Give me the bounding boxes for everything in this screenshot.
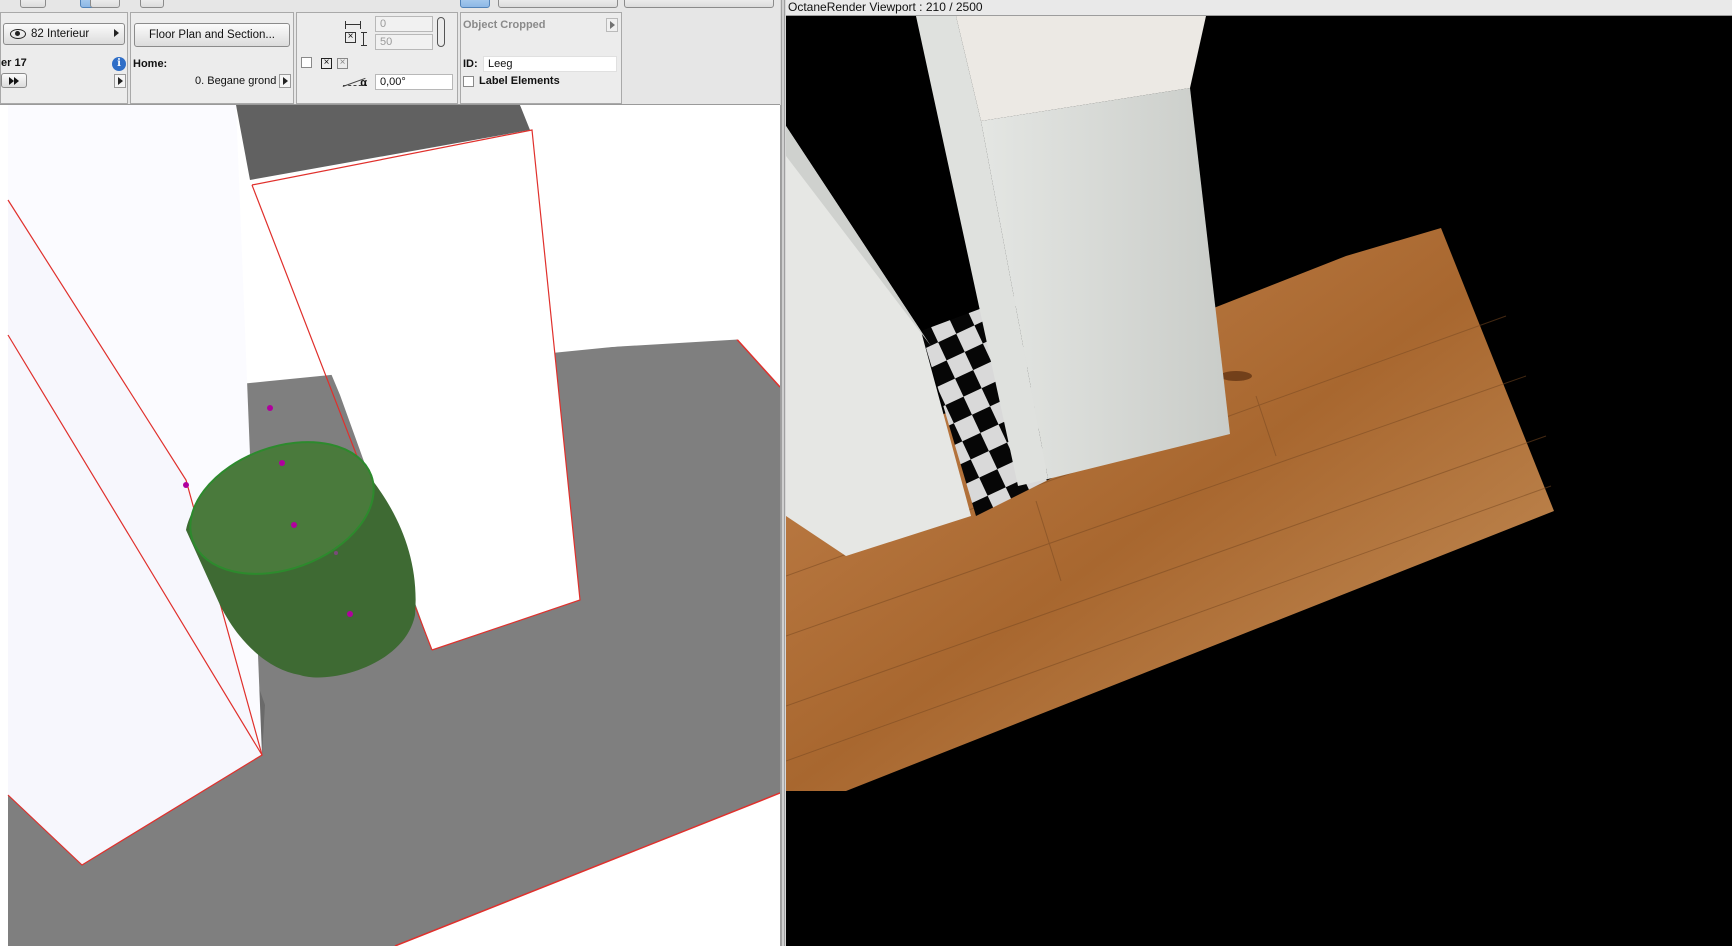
floor-plan-panel: Floor Plan and Section... Home: 0. Began…: [130, 12, 294, 104]
width-arrow-icon: [345, 21, 361, 29]
home-story-arrow[interactable]: [279, 74, 291, 88]
label-elements-checkbox[interactable]: [463, 76, 474, 87]
chevron-right-icon: [114, 29, 119, 37]
home-story-value: 0. Begane grond: [195, 75, 277, 87]
handle-point[interactable]: [279, 460, 285, 466]
eye-icon: [10, 29, 26, 39]
object-status-arrow[interactable]: [606, 18, 618, 32]
layer-next-arrow[interactable]: [114, 74, 126, 88]
label-elements-label: Label Elements: [479, 75, 560, 87]
layer-view-button[interactable]: 82 Interieur: [3, 23, 125, 45]
top-tool-button-1[interactable]: [20, 0, 46, 8]
octane-viewport-title: OctaneRender Viewport : 210 / 2500: [786, 0, 1732, 16]
octane-render-viewport[interactable]: [786, 16, 1732, 946]
handle-point[interactable]: [183, 482, 189, 488]
angle-icon: α: [342, 75, 367, 89]
render-image: [786, 16, 1554, 791]
box-cross-icon: ×: [345, 32, 356, 43]
top-tool-button-6[interactable]: [498, 0, 618, 8]
layer-label: er 17: [1, 57, 27, 69]
width-field[interactable]: 0: [375, 16, 433, 32]
info-box-toolbar: 82 Interieur er 17 i Floor Plan and Sect…: [0, 0, 780, 105]
wood-knot: [1220, 371, 1252, 381]
toolbar-top-strip: [0, 0, 780, 10]
top-tool-button-5[interactable]: [460, 0, 490, 8]
right-wall-side: [520, 105, 780, 350]
handle-point[interactable]: [267, 405, 273, 411]
geometry-panel: × 0 50 × × α 0,00°: [296, 12, 458, 104]
play-forward-button[interactable]: [1, 73, 27, 88]
mirror-checkbox[interactable]: [301, 57, 312, 68]
box-x-icon[interactable]: ×: [321, 58, 332, 69]
layer-view-label: 82 Interieur: [31, 28, 90, 40]
handle-point[interactable]: [347, 611, 353, 617]
info-icon[interactable]: i: [112, 57, 126, 71]
id-field[interactable]: Leeg: [483, 56, 617, 72]
top-tool-button-7[interactable]: [624, 0, 774, 8]
box-x-light-icon[interactable]: ×: [337, 58, 348, 69]
id-panel: Object Cropped ID: Leeg Label Elements: [460, 12, 622, 104]
handle-point[interactable]: [291, 522, 297, 528]
angle-field[interactable]: 0,00°: [375, 74, 453, 90]
handle-point[interactable]: [334, 551, 338, 555]
window-divider[interactable]: [781, 0, 785, 946]
top-tool-button-3[interactable]: [90, 0, 120, 8]
home-label: Home:: [133, 58, 168, 70]
chain-link-icon[interactable]: [437, 17, 445, 47]
top-tool-button-4[interactable]: [140, 0, 164, 8]
object-status-label: Object Cropped: [463, 19, 546, 31]
height-field[interactable]: 50: [375, 34, 433, 50]
height-arrow-icon: [361, 32, 367, 46]
archicad-3d-window[interactable]: [0, 105, 781, 946]
3d-scene[interactable]: [0, 105, 780, 946]
layer-panel: 82 Interieur er 17 i: [0, 12, 128, 104]
floor-plan-section-button[interactable]: Floor Plan and Section...: [134, 23, 290, 47]
id-label: ID:: [463, 58, 478, 70]
